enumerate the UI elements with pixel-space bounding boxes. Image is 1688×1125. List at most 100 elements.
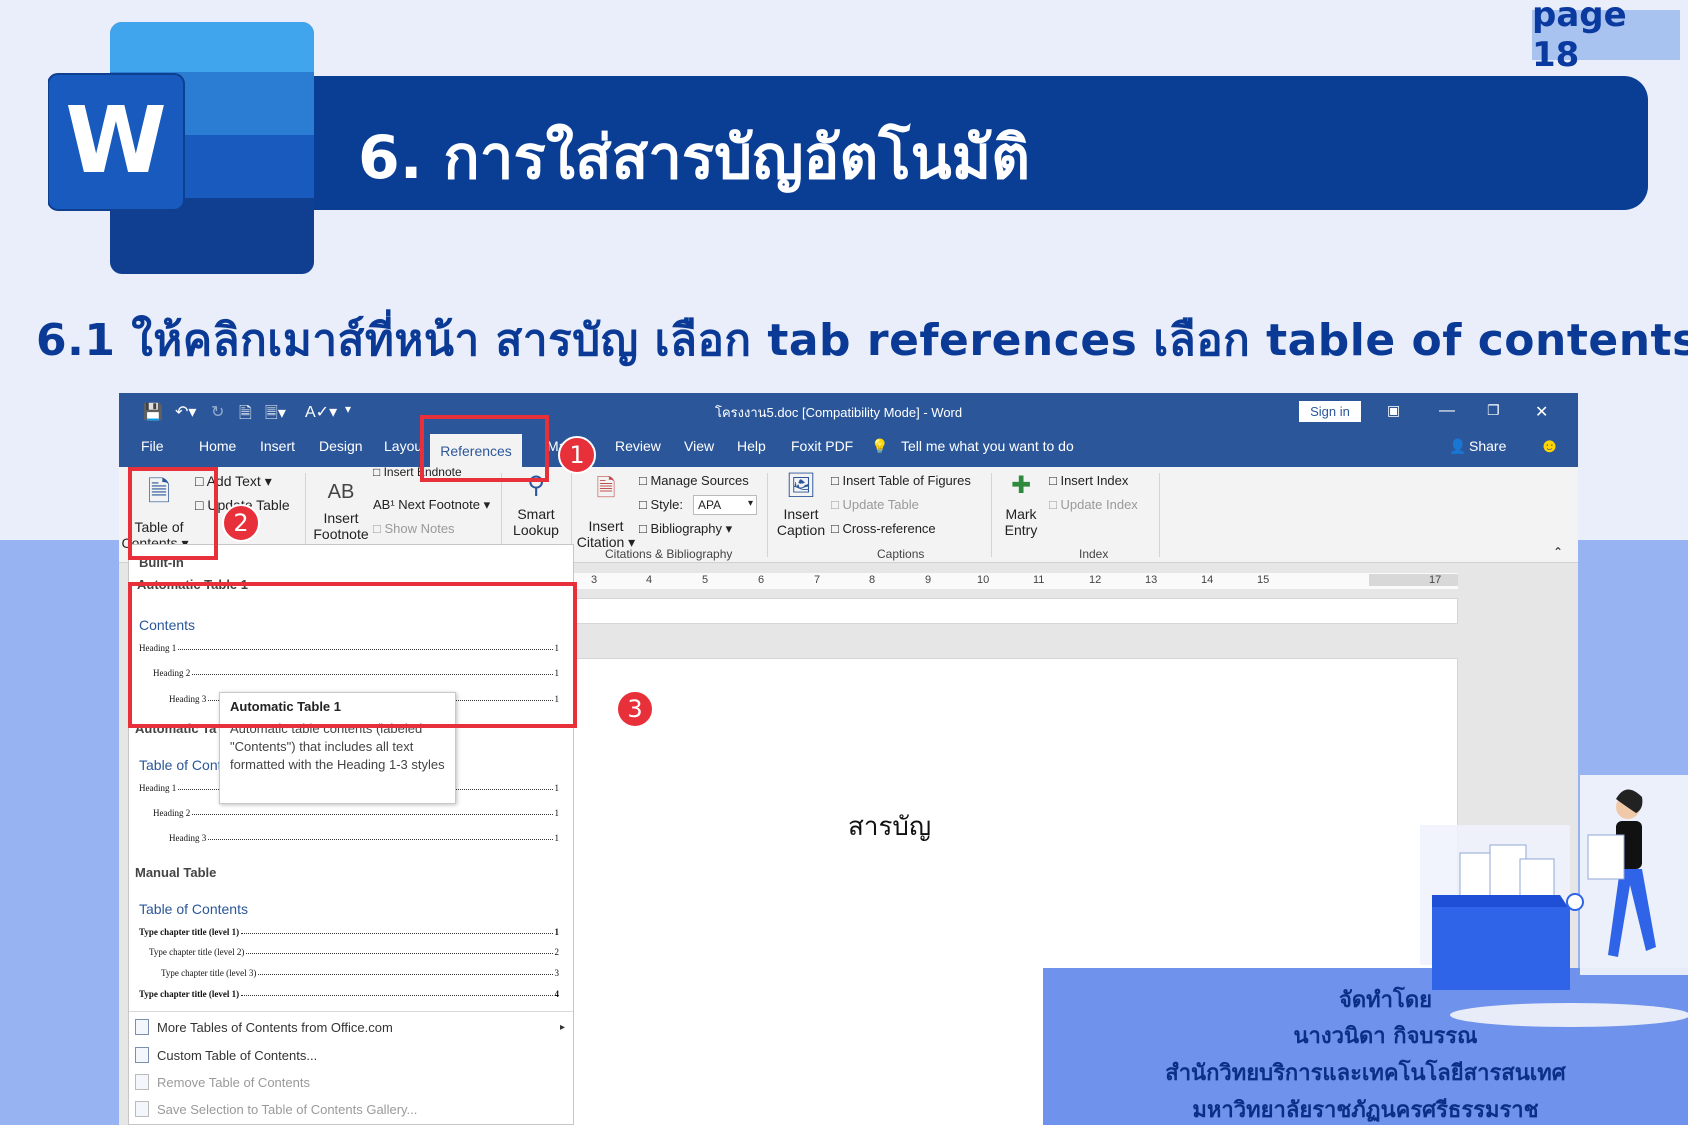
ruler-tick: 8 [869,574,876,586]
insert-footnote-label2: Footnote [313,526,369,542]
toc-button-highlight [128,467,218,560]
redo-icon[interactable]: ↻ [211,402,224,422]
slide-title: 6. การใส่สารบัญอัตโนมัติ [358,123,1031,193]
ruler-tick: 17 [1369,574,1458,586]
ribbon-display-options-icon[interactable]: ▣ [1387,402,1400,419]
word-logo-icon: W [48,22,314,274]
page-number: 1 [554,783,560,793]
manual-level-2-line: Type chapter title (level 2) 2 [149,947,559,957]
print-preview-icon[interactable]: 🗏▾ [265,402,286,429]
ruler-tick: 12 [1089,574,1102,586]
tab-view[interactable]: View [684,438,714,454]
step-1-badge: 1 [558,436,596,474]
insert-index-label: Insert Index [1060,473,1129,488]
chevron-right-icon: ▸ [559,1021,565,1033]
references-tab-highlight [420,415,549,482]
cross-reference-button[interactable]: □ Cross-reference [831,521,936,536]
insert-caption-label2: Caption [776,522,826,538]
insert-index-button[interactable]: □ Insert Index [1049,473,1128,488]
more-tables-label: More Tables of Contents from Office.com [157,1019,393,1035]
manage-sources-label: Manage Sources [650,473,749,488]
spelling-icon[interactable]: A✓▾ [305,402,337,422]
manual-level-2-text: Type chapter title (level 2) [149,947,245,957]
customize-toolbar-icon[interactable]: ▾ [345,402,351,416]
next-footnote-button[interactable]: AB¹ Next Footnote ▾ [373,497,490,513]
manual-table-header: Manual Table [135,865,217,880]
tab-layout[interactable]: Layou [384,438,422,454]
save-selection-menu-item[interactable]: Save Selection to Table of Contents Gall… [135,1101,417,1117]
insert-footnote-button[interactable]: AB Insert Footnote [313,481,369,542]
manage-sources-button[interactable]: □ Manage Sources [639,473,749,488]
horizontal-ruler[interactable]: 3 4 5 6 7 8 9 10 11 12 13 14 15 17 [569,573,1458,589]
minimize-icon[interactable]: — [1439,402,1455,420]
captions-group-label: Captions [877,547,925,561]
tab-home[interactable]: Home [199,438,236,454]
sign-in-button[interactable]: Sign in [1299,401,1361,422]
credit-university: มหาวิทยาลัยราชภัฏนครศรีธรรมราช [1192,1098,1539,1123]
word-title-bar: 💾 ↶▾ ↻ 🗎 🗏▾ A✓▾ ▾ โครงงาน5.doc [Compatib… [119,393,1578,429]
save-icon[interactable]: 💾 [143,402,163,422]
update-index-label: Update Index [1060,497,1138,512]
insert-footnote-label: Insert [323,510,359,526]
ruler-tick: 11 [1033,574,1045,586]
update-table-figures-button[interactable]: □ Update Table [831,497,919,512]
ruler-tick: 9 [925,574,932,586]
page-number-tag: page 18 [1532,0,1680,75]
credit-office: สำนักวิทยบริการและเทคโนโลยีสารสนเทศ [1165,1061,1566,1086]
manual-table-option[interactable]: Manual Table Table of Contents Type chap… [131,865,569,1007]
tab-foxit-pdf[interactable]: Foxit PDF [791,438,853,454]
toc-heading-3-line: Heading 3 1 [169,833,559,843]
citation-icon: 🗎 [596,475,616,502]
smiley-feedback-icon[interactable]: ☻ [1539,435,1560,458]
page-number: 1 [554,808,560,818]
new-document-icon[interactable]: 🗎 [239,402,252,429]
more-tables-menu-item[interactable]: More Tables of Contents from Office.com ▸ [135,1019,565,1035]
show-notes-button[interactable]: □ Show Notes [373,521,455,536]
tab-design[interactable]: Design [319,438,363,454]
ruler-tick: 5 [702,574,709,586]
remove-toc-menu-item[interactable]: Remove Table of Contents [135,1074,310,1090]
ruler-tick: 6 [758,574,765,586]
ruler-tick: 7 [814,574,821,586]
tooltip-body: Automatic table contents (labeled "Conte… [230,721,445,772]
mark-entry-icon: ✚ [1010,472,1032,499]
bibliography-button[interactable]: □ Bibliography ▾ [639,521,732,537]
share-button[interactable]: Share [1469,438,1506,454]
footnote-icon: AB [327,481,355,503]
insert-citation-button[interactable]: 🗎 Insert Citation ▾ [575,471,637,551]
custom-toc-icon [135,1047,149,1063]
tab-insert[interactable]: Insert [260,438,295,454]
heading-1-text: Heading 1 [139,783,177,793]
document-page-top [559,598,1458,624]
custom-toc-menu-item[interactable]: Custom Table of Contents... [135,1047,317,1063]
style-select[interactable]: APA ▾ [693,495,757,515]
undo-icon[interactable]: ↶▾ [175,402,196,422]
ruler-tick: 13 [1145,574,1158,586]
close-icon[interactable]: ✕ [1535,402,1548,422]
mark-entry-button[interactable]: ✚ Mark Entry [995,471,1047,538]
tab-review[interactable]: Review [615,438,661,454]
page-number: 3 [554,968,560,978]
automatic-table-highlight [128,582,577,728]
insert-table-of-figures-button[interactable]: □ Insert Table of Figures [831,473,971,488]
document-heading-text: สารบัญ [848,812,932,842]
heading-3-text: Heading 3 [169,833,207,843]
index-group-label: Index [1079,547,1109,561]
insert-caption-button[interactable]: 🖼 Insert Caption [771,471,831,538]
mark-entry-label2: Entry [1004,522,1038,538]
remove-toc-icon [135,1074,149,1090]
style-label-text: Style: [650,497,683,512]
office-online-icon [135,1019,149,1035]
ruler-tick: 4 [646,574,653,586]
page-number: 4 [554,989,560,999]
tab-help[interactable]: Help [737,438,766,454]
restore-icon[interactable]: ❐ [1487,402,1500,419]
step-3-badge: 3 [616,690,654,728]
manual-level-3-line: Type chapter title (level 3) 3 [161,968,559,978]
tell-me-search[interactable]: Tell me what you want to do [901,438,1074,454]
menu-divider [129,1011,573,1012]
tab-file[interactable]: File [141,438,164,454]
update-index-button[interactable]: □ Update Index [1049,497,1138,512]
mark-entry-label: Mark [1005,506,1037,522]
collapse-ribbon-icon[interactable]: ⌃ [1553,545,1563,559]
